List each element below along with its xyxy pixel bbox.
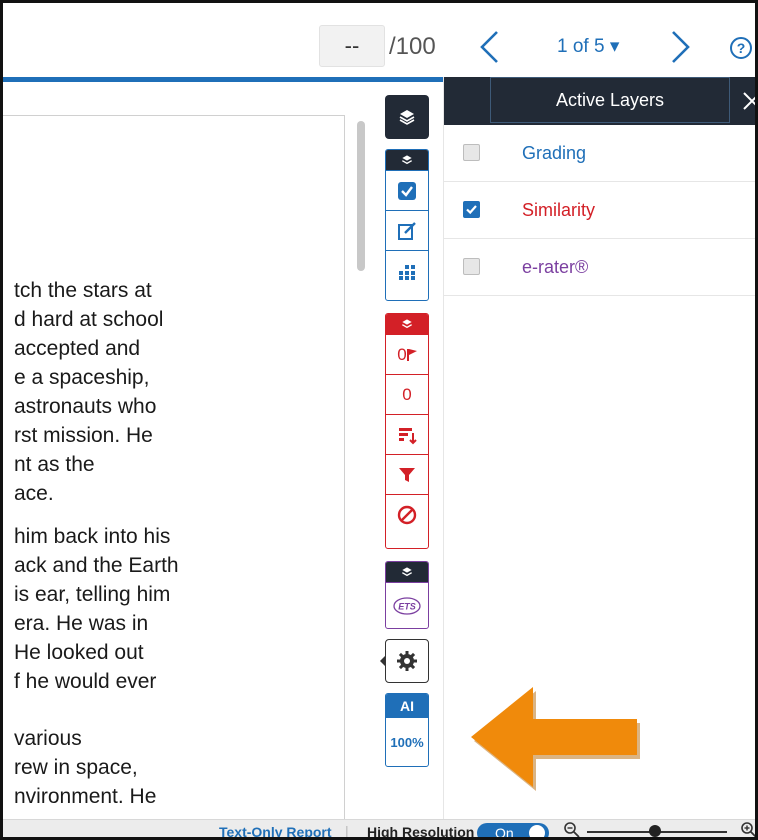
layer-row-similarity[interactable]: Similarity [444, 182, 755, 239]
ets-logo-icon: ETS [393, 596, 421, 615]
text-line: He looked out [14, 641, 144, 664]
chevron-left-icon [480, 31, 498, 63]
flag-count: 0 [397, 344, 407, 364]
high-resolution-toggle[interactable]: On [477, 823, 549, 840]
text-line: nt as the [14, 453, 95, 476]
text-only-report-link[interactable]: Text-Only Report [219, 824, 332, 837]
layers-icon [402, 319, 412, 329]
layers-icon [402, 567, 412, 577]
help-icon[interactable]: ? [730, 37, 752, 59]
gear-icon [397, 651, 417, 671]
text-line: d hard at school [14, 308, 164, 331]
toggle-knob [529, 825, 545, 837]
grid-icon [399, 264, 415, 280]
panel-header: Active Layers [444, 77, 758, 125]
layers-icon [399, 110, 415, 125]
layer-checkbox-grading[interactable] [463, 144, 480, 161]
text-line: accepted and [14, 337, 141, 360]
text-line: various [14, 727, 82, 750]
text-line: f he would ever [14, 670, 157, 693]
flag-icon [406, 348, 417, 361]
text-line: him back into his [14, 525, 171, 548]
page-selector[interactable]: 1 of 5 ▾ [557, 35, 619, 58]
layers-toggle-button[interactable] [385, 95, 429, 139]
settings-button[interactable] [385, 639, 429, 683]
layer-label-grading: Grading [522, 143, 587, 163]
chevron-right-icon [672, 31, 690, 63]
text-line: rew in space, [14, 756, 138, 779]
orange-arrow-annotation [471, 687, 640, 791]
close-icon[interactable] [740, 89, 758, 113]
high-resolution-label: High Resolution [367, 824, 475, 840]
svg-text:ETS: ETS [398, 601, 416, 611]
similarity-group-header[interactable] [386, 314, 428, 334]
zoom-slider-thumb[interactable] [649, 825, 661, 837]
next-paper-button[interactable] [663, 29, 697, 65]
edit-icon [398, 221, 416, 240]
layer-row-erater[interactable]: e-rater® [444, 239, 755, 296]
text-line: nvironment. He [14, 785, 157, 808]
flag-count-button[interactable]: 0 [386, 334, 428, 374]
text-line: ace. [14, 482, 54, 505]
previous-paper-button[interactable] [473, 29, 507, 65]
active-layers-tab[interactable]: Active Layers [490, 77, 730, 123]
ets-erater-button[interactable]: ETS [386, 582, 428, 628]
text-line: ack and the Earth [14, 554, 179, 577]
layer-checkbox-erater[interactable] [463, 258, 480, 275]
layer-label-similarity: Similarity [522, 200, 596, 220]
filter-icon [399, 467, 415, 482]
checkbox-checked-icon [398, 181, 416, 200]
text-line: tch the stars at [14, 279, 152, 302]
erater-layer-group: ETS [385, 561, 429, 629]
layer-row-grading[interactable]: Grading [444, 125, 755, 182]
grading-group-header[interactable] [386, 150, 428, 170]
top-toolbar: -- /100 1 of 5 ▾ ? [3, 3, 755, 81]
text-line: e a spaceship, [14, 366, 150, 389]
sort-icon [399, 427, 417, 444]
document-viewer[interactable]: tch the stars at d hard at school accept… [3, 83, 383, 835]
filter-button[interactable] [386, 454, 428, 494]
ai-label: AI [386, 694, 428, 718]
checkmark-icon [466, 205, 477, 215]
match-count-button[interactable]: 0 [386, 374, 428, 414]
block-icon [397, 505, 417, 524]
document-page: tch the stars at d hard at school accept… [3, 115, 345, 835]
rubric-grid-button[interactable] [386, 250, 428, 290]
layer-checkbox-similarity[interactable] [463, 201, 480, 218]
zoom-in-icon[interactable] [740, 821, 758, 839]
text-line: era. He was in [14, 612, 149, 635]
rubric-check-button[interactable] [386, 170, 428, 210]
score-total-label: /100 [389, 33, 436, 60]
erater-group-header[interactable] [386, 562, 428, 582]
layers-icon [402, 155, 412, 165]
text-line: rst mission. He [14, 424, 153, 447]
edit-comment-button[interactable] [386, 210, 428, 250]
status-bar: Text-Only Report | High Resolution On [3, 819, 758, 840]
layer-label-erater: e-rater® [522, 257, 589, 277]
exclude-button[interactable] [386, 494, 428, 534]
text-line: is ear, telling him [14, 583, 171, 606]
ai-score: 100% [390, 734, 424, 750]
ai-writing-detection-button[interactable]: AI 100% [385, 693, 429, 767]
zoom-out-icon[interactable] [563, 821, 581, 839]
text-line: astronauts who [14, 395, 157, 418]
document-text: tch the stars at d hard at school accept… [14, 276, 344, 811]
toggle-state-label: On [495, 825, 514, 840]
header-divider [3, 77, 443, 82]
score-input[interactable]: -- [319, 25, 385, 67]
match-count: 0 [402, 384, 412, 404]
grading-layer-group [385, 149, 429, 301]
similarity-layer-group: 0 0 [385, 313, 429, 549]
app-window: -- /100 1 of 5 ▾ ? tch the stars at d ha… [0, 0, 758, 840]
sort-button[interactable] [386, 414, 428, 454]
scrollbar-thumb[interactable] [357, 121, 365, 271]
separator: | [345, 823, 349, 839]
